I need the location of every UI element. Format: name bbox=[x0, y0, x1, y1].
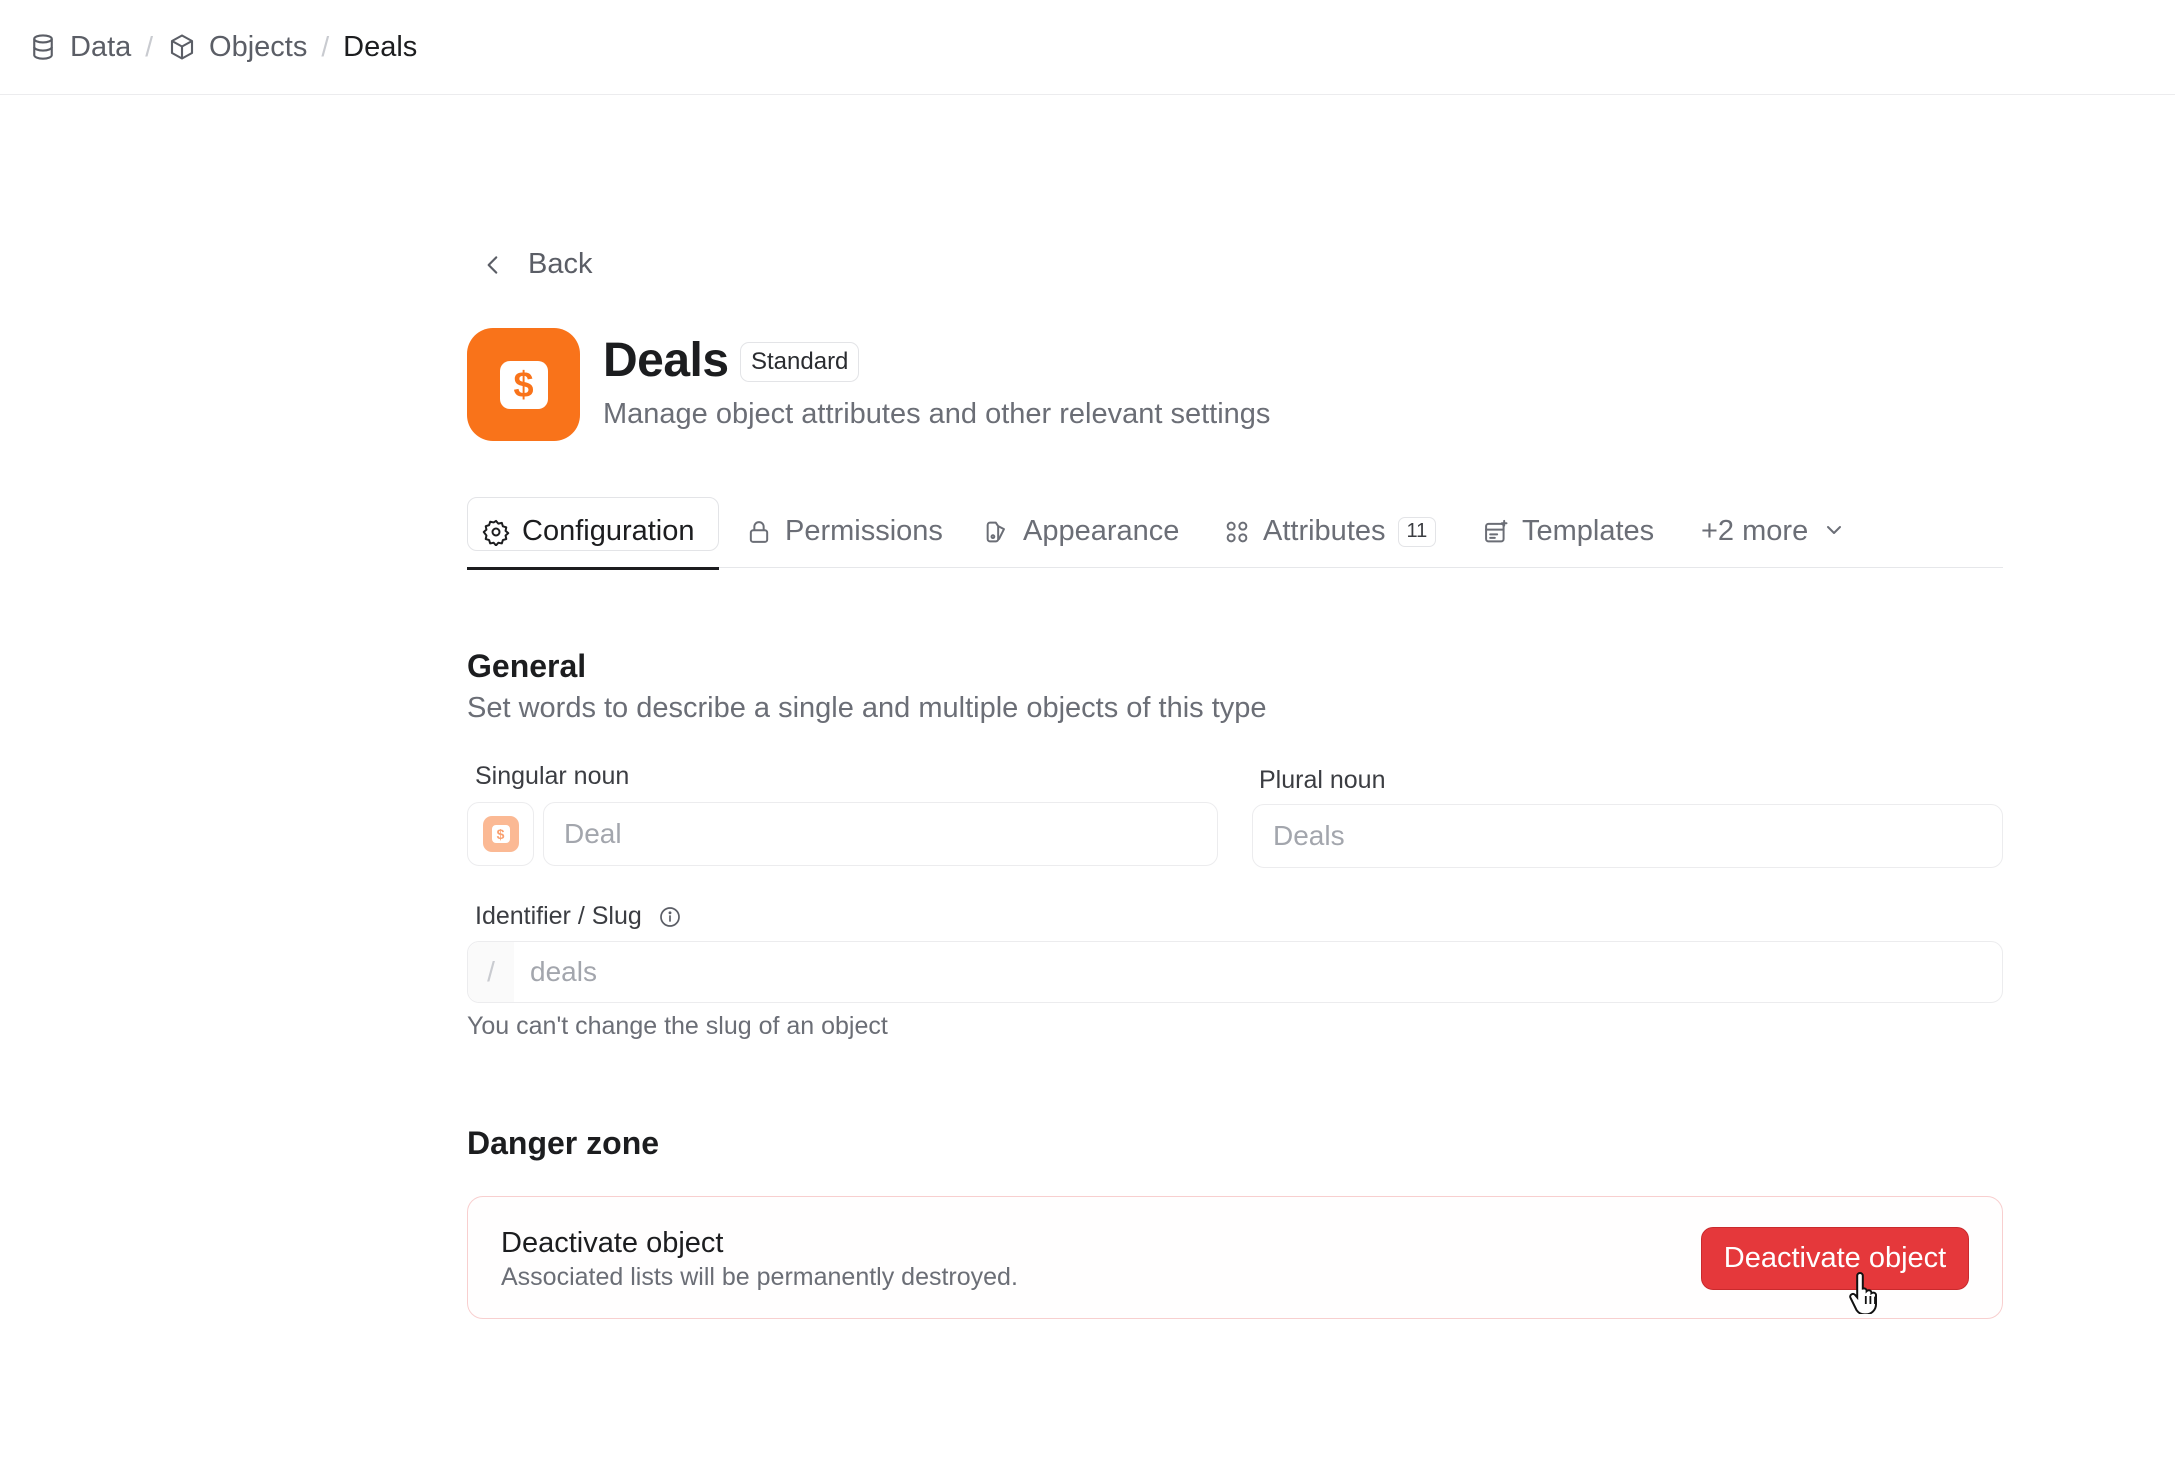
singular-noun-value: Deal bbox=[564, 818, 622, 849]
hand-cursor-icon bbox=[1848, 1270, 1884, 1316]
breadcrumb-label: Objects bbox=[209, 30, 308, 63]
dollar-icon: $ bbox=[499, 360, 548, 409]
breadcrumb-label: Data bbox=[70, 30, 132, 63]
tab-active-underline bbox=[467, 566, 719, 570]
back-label: Back bbox=[528, 248, 593, 280]
general-section-title: General bbox=[467, 648, 587, 684]
danger-zone-title: Danger zone bbox=[467, 1125, 660, 1161]
chevron-down-icon bbox=[1822, 518, 1850, 546]
slug-label-row: Identifier / Slug bbox=[475, 902, 682, 931]
deactivate-title: Deactivate object bbox=[501, 1227, 724, 1259]
slug-label: Identifier / Slug bbox=[475, 902, 642, 930]
tab-label: Configuration bbox=[522, 515, 695, 547]
plural-noun-value: Deals bbox=[1273, 820, 1345, 851]
attributes-count-badge: 11 bbox=[1397, 516, 1437, 547]
palette-icon bbox=[983, 518, 1011, 546]
tab-label: Appearance bbox=[1023, 515, 1180, 547]
dollar-icon: $ bbox=[482, 816, 519, 852]
breadcrumb-separator: / bbox=[145, 31, 154, 62]
top-bar: Data / Objects / Deals bbox=[0, 0, 2175, 95]
tab-label: Templates bbox=[1522, 515, 1655, 547]
singular-noun-input[interactable]: Deal bbox=[543, 802, 1218, 866]
tab-configuration[interactable]: Configuration bbox=[467, 495, 719, 570]
gear-icon bbox=[482, 518, 510, 546]
general-section-description: Set words to describe a single and multi… bbox=[467, 692, 1267, 724]
breadcrumb-deals: Deals bbox=[343, 31, 417, 64]
grid-icon bbox=[1223, 518, 1251, 546]
back-button[interactable]: Back bbox=[480, 248, 592, 281]
page-subtitle: Manage object attributes and other relev… bbox=[603, 398, 1271, 430]
breadcrumb-data[interactable]: Data bbox=[28, 31, 131, 64]
breadcrumb-label: Deals bbox=[343, 30, 418, 63]
lock-icon bbox=[745, 518, 773, 546]
chevron-left-icon bbox=[480, 252, 506, 278]
deactivate-description: Associated lists will be permanently des… bbox=[501, 1263, 1018, 1291]
tab-more[interactable]: +2 more bbox=[1701, 495, 1850, 568]
slug-value: deals bbox=[530, 956, 597, 987]
danger-zone-card: Deactivate object Associated lists will … bbox=[467, 1196, 2003, 1319]
tab-label: Attributes bbox=[1263, 515, 1386, 547]
standard-badge: Standard bbox=[740, 342, 860, 382]
tab-label: +2 more bbox=[1701, 515, 1809, 547]
breadcrumb-separator: / bbox=[321, 31, 330, 62]
deactivate-object-button[interactable]: Deactivate object bbox=[1701, 1227, 1969, 1290]
slug-hint: You can't change the slug of an object bbox=[467, 1012, 888, 1040]
tab-templates[interactable]: Templates bbox=[1482, 495, 1654, 568]
slug-prefix: / bbox=[468, 942, 514, 1002]
tab-label: Permissions bbox=[785, 515, 943, 547]
dollar-glyph: $ bbox=[491, 825, 510, 843]
plural-noun-input[interactable]: Deals bbox=[1252, 804, 2003, 868]
cube-icon bbox=[167, 32, 197, 62]
info-icon[interactable] bbox=[658, 905, 682, 929]
icon-picker-button[interactable]: $ bbox=[467, 802, 534, 866]
plural-noun-label: Plural noun bbox=[1259, 766, 1386, 794]
database-icon bbox=[28, 32, 58, 62]
tab-appearance[interactable]: Appearance bbox=[983, 495, 1179, 568]
breadcrumb-objects[interactable]: Objects bbox=[167, 31, 307, 64]
singular-noun-label: Singular noun bbox=[475, 762, 630, 790]
page-title: Deals bbox=[603, 334, 729, 387]
slug-input[interactable]: / deals bbox=[467, 941, 2003, 1003]
template-icon bbox=[1482, 518, 1510, 546]
tab-bar: Configuration Permissions Appearance Att… bbox=[467, 495, 2003, 570]
tab-permissions[interactable]: Permissions bbox=[745, 495, 943, 568]
object-icon: $ bbox=[467, 328, 580, 441]
tab-attributes[interactable]: Attributes 11 bbox=[1223, 495, 1437, 568]
